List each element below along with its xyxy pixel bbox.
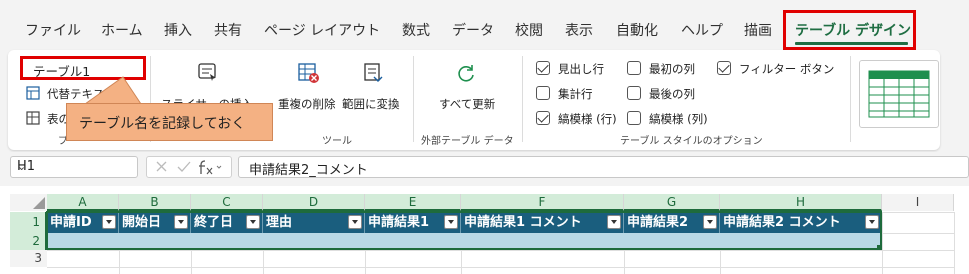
select-all-corner[interactable] (10, 194, 47, 211)
total-row-label: 集計行 (558, 87, 593, 101)
column-header-b[interactable]: B (119, 194, 191, 211)
first-column-checkbox[interactable] (627, 61, 641, 75)
select-all-icon (33, 197, 45, 209)
banded-columns-label: 縞模様 (列) (649, 112, 708, 126)
tab-help[interactable]: ヘルプ (681, 20, 723, 40)
table-data-row[interactable] (47, 233, 882, 250)
style-options-group-label: テーブル スタイルのオプション (620, 136, 763, 147)
header-cell-result1-comment[interactable]: 申請結果1 コメント (461, 212, 624, 233)
header-cell-result2-comment[interactable]: 申請結果2 コメント (720, 212, 882, 233)
column-header-i[interactable]: I (882, 194, 954, 211)
header-row-checkbox[interactable] (536, 61, 550, 75)
enter-icon[interactable] (177, 161, 191, 172)
formula-content: 申請結果2_コメント (249, 163, 368, 178)
annotation-callout: テーブル名を記録しておく (66, 103, 273, 141)
column-header-d[interactable]: D (263, 194, 365, 211)
tab-data[interactable]: データ (452, 20, 494, 40)
external-data-group-label: 外部テーブル データ (421, 136, 514, 147)
chevron-down-icon[interactable]: ⌄ (17, 160, 131, 173)
slicer-icon (198, 63, 216, 81)
gridline (119, 250, 120, 274)
filter-dropdown-icon[interactable] (703, 215, 717, 229)
gridline (365, 250, 366, 274)
tab-insert[interactable]: 挿入 (164, 20, 192, 40)
tab-review[interactable]: 校閲 (515, 20, 543, 40)
gridline (882, 212, 883, 274)
banded-rows-checkbox[interactable] (536, 111, 550, 125)
formula-controls (146, 156, 232, 178)
last-column-checkbox[interactable] (627, 86, 641, 100)
tab-view[interactable]: 表示 (565, 20, 593, 40)
row-header-2[interactable]: 2 (10, 233, 47, 250)
cancel-icon[interactable] (156, 161, 167, 172)
name-box[interactable]: H1 ⌄ (10, 156, 138, 178)
insert-function-icon[interactable] (199, 160, 222, 175)
alt-text-icon (26, 86, 40, 100)
filter-dropdown-icon[interactable] (246, 215, 260, 229)
row-header-1[interactable]: 1 (10, 212, 47, 233)
table-style-thumbnail-icon (868, 70, 930, 118)
gridline (47, 267, 954, 268)
gridline (882, 212, 954, 213)
tab-home[interactable]: ホーム (101, 20, 143, 40)
tab-page-layout[interactable]: ページ レイアウト (264, 20, 380, 40)
callout-pointer (83, 76, 142, 105)
filter-dropdown-icon[interactable] (174, 215, 188, 229)
convert-to-range-button[interactable]: 範囲に変換 (342, 96, 400, 112)
formula-controls-icons (156, 160, 222, 175)
banded-rows-label: 縞模様 (行) (558, 112, 617, 126)
gridline (954, 212, 955, 274)
tab-automate[interactable]: 自動化 (616, 20, 658, 40)
first-column-label: 最初の列 (649, 62, 695, 76)
gridline (461, 250, 462, 274)
remove-duplicates-button[interactable]: 重複の削除 (278, 96, 336, 112)
filter-dropdown-icon[interactable] (444, 215, 458, 229)
formula-input[interactable]: 申請結果2_コメント (238, 156, 969, 178)
tab-share[interactable]: 共有 (214, 20, 242, 40)
column-header-a[interactable]: A (47, 194, 119, 211)
filter-button-checkbox[interactable] (717, 61, 731, 75)
banded-columns-checkbox[interactable] (627, 111, 641, 125)
total-row-checkbox[interactable] (536, 86, 550, 100)
gridline (882, 233, 954, 234)
column-header-c[interactable]: C (191, 194, 263, 211)
remove-duplicates-icon (298, 63, 319, 83)
convert-to-range-icon (364, 63, 383, 82)
filter-button-label: フィルター ボタン (739, 62, 835, 76)
gridline (191, 250, 192, 274)
gridline (263, 250, 264, 274)
filter-dropdown-icon[interactable] (607, 215, 621, 229)
column-header-h[interactable]: H (720, 194, 882, 211)
gridline (47, 250, 954, 251)
ribbon-separator (522, 56, 523, 142)
refresh-all-button[interactable]: すべて更新 (439, 96, 495, 112)
gridline (624, 250, 625, 274)
callout-text: テーブル名を記録しておく (79, 116, 246, 132)
resize-table-icon (26, 111, 40, 125)
table-name-value: テーブル1 (33, 64, 91, 79)
table-style-gallery[interactable] (859, 60, 939, 128)
tools-group-label: ツール (322, 136, 352, 147)
ribbon-tab-bar: ファイル ホーム 挿入 共有 ページ レイアウト 数式 データ 校閲 表示 自動… (0, 0, 969, 50)
tab-file[interactable]: ファイル (25, 20, 81, 40)
refresh-icon (458, 65, 474, 82)
column-header-g[interactable]: G (624, 194, 720, 211)
last-column-label: 最後の列 (649, 87, 695, 101)
column-header-f[interactable]: F (461, 194, 624, 211)
row-header-3[interactable]: 3 (10, 250, 47, 267)
tab-draw[interactable]: 描画 (744, 20, 772, 40)
header-row-label: 見出し行 (558, 62, 604, 76)
active-tab-highlight-box (783, 10, 916, 50)
filter-dropdown-icon[interactable] (865, 215, 879, 229)
gridline (720, 250, 721, 274)
ribbon-separator (850, 56, 851, 142)
filter-dropdown-icon[interactable] (102, 215, 116, 229)
ribbon-separator (413, 56, 414, 142)
column-header-e[interactable]: E (365, 194, 461, 211)
tab-formulas[interactable]: 数式 (402, 20, 430, 40)
filter-dropdown-icon[interactable] (348, 215, 362, 229)
